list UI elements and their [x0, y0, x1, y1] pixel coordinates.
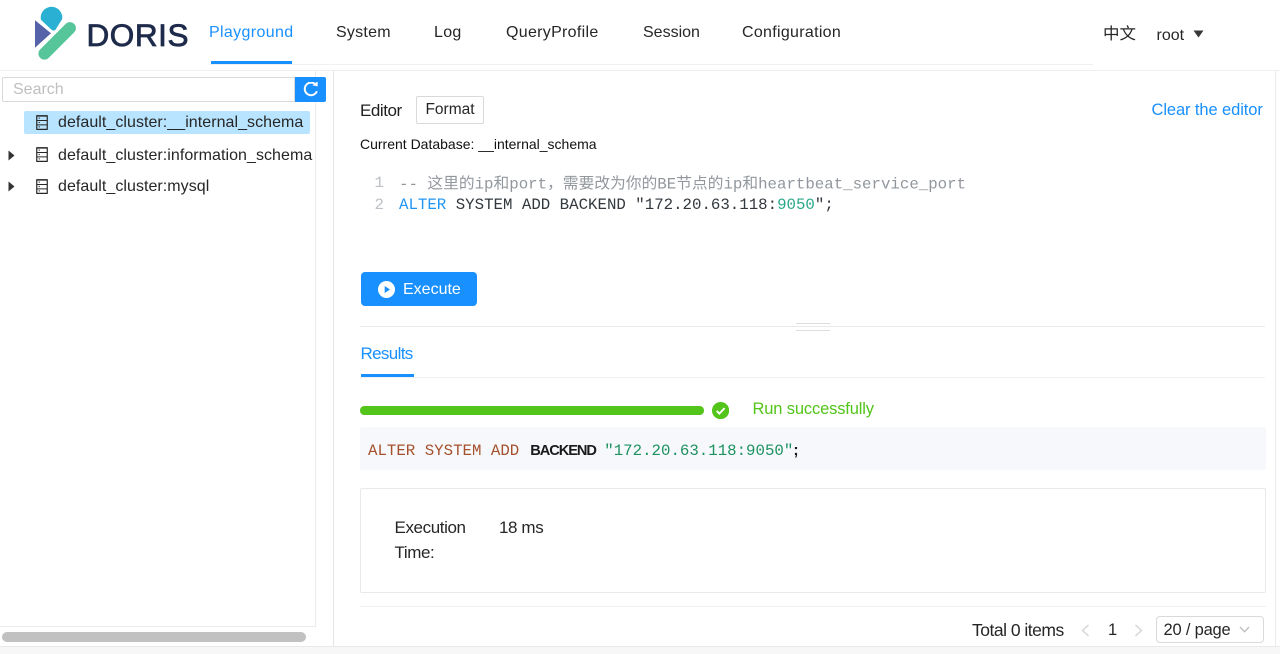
svg-text:heartbeat_service_port: heartbeat_service_port	[758, 176, 966, 194]
svg-text:port: port	[509, 176, 547, 194]
svg-text:ip: ip	[723, 176, 742, 194]
svg-text:BE: BE	[657, 176, 676, 194]
svg-text:ip: ip	[475, 176, 494, 194]
svg-text:--: --	[399, 176, 427, 194]
